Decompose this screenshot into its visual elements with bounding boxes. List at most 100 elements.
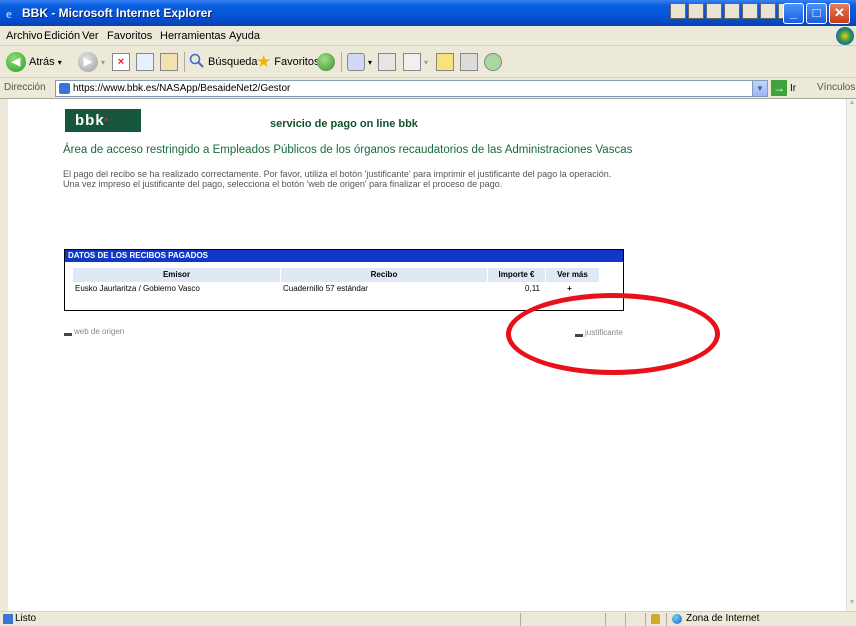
cell-emisor: Eusko Jaurlaritza / Gobierno Vasco xyxy=(75,284,200,293)
bbk-logo: bbk• xyxy=(65,109,141,132)
menu-archivo[interactable]: Archivo xyxy=(6,30,43,42)
column-importe: Importe € xyxy=(488,268,545,282)
go-label: Ir xyxy=(790,82,797,94)
status-divider xyxy=(605,613,606,626)
close-button[interactable]: ✕ xyxy=(829,3,850,24)
stop-button[interactable]: × xyxy=(112,52,130,72)
back-label: Atrás xyxy=(29,56,55,68)
app-icon[interactable] xyxy=(706,3,722,19)
table-row: Eusko Jaurlaritza / Gobierno Vasco Cuade… xyxy=(73,282,615,296)
favorites-label: Favoritos xyxy=(274,56,320,68)
status-text: Listo xyxy=(15,613,37,624)
app-icon[interactable] xyxy=(670,3,686,19)
payment-message: El pago del recibo se ha realizado corre… xyxy=(63,169,612,189)
go-arrow-icon: → xyxy=(771,80,787,96)
maximize-button[interactable]: □ xyxy=(806,3,827,24)
status-divider xyxy=(666,613,667,626)
lock-icon xyxy=(651,614,660,624)
chevron-down-icon: ▾ xyxy=(424,57,429,67)
stop-icon: × xyxy=(112,53,130,71)
paid-receipts-panel: DATOS DE LOS RECIBOS PAGADOS Emisor Reci… xyxy=(64,249,624,311)
app-icon[interactable] xyxy=(688,3,704,19)
discuss-button[interactable] xyxy=(436,52,454,72)
logo-dot: • xyxy=(104,115,110,126)
address-input[interactable]: https://www.bbk.es/NASApp/BesaideNet2/Ge… xyxy=(55,80,768,97)
favorites-button[interactable]: ★ Favoritos xyxy=(256,52,320,72)
page-icon xyxy=(59,83,70,94)
chevron-down-icon: ▾ xyxy=(57,57,62,67)
scroll-down-icon[interactable]: ▼ xyxy=(847,599,856,611)
status-divider xyxy=(625,613,626,626)
link-marker xyxy=(64,333,72,336)
column-recibo: Recibo xyxy=(281,268,487,282)
back-arrow-icon: ◀ xyxy=(6,52,26,72)
logo-text: bbk xyxy=(75,112,105,129)
messenger-button[interactable] xyxy=(484,52,502,72)
highlight-ellipse-annotation xyxy=(506,293,720,375)
toolbar-separator xyxy=(341,52,342,72)
address-url[interactable]: https://www.bbk.es/NASApp/BesaideNet2/Ge… xyxy=(73,83,290,94)
column-ver-mas: Ver más xyxy=(546,268,599,282)
forward-button[interactable]: ▶ ▾ xyxy=(78,52,105,72)
print-button[interactable] xyxy=(378,52,396,72)
app-icon[interactable] xyxy=(742,3,758,19)
mail-icon xyxy=(347,53,365,71)
star-icon: ★ xyxy=(256,52,272,71)
service-title: servicio de pago on line bbk xyxy=(270,118,418,130)
status-divider xyxy=(645,613,646,626)
page-status-icon xyxy=(3,614,13,624)
research-button[interactable] xyxy=(460,52,478,72)
window-title: BBK - Microsoft Internet Explorer xyxy=(22,6,213,20)
research-icon xyxy=(460,53,478,71)
windows-logo-icon xyxy=(836,27,854,45)
edit-icon xyxy=(403,53,421,71)
vertical-scrollbar[interactable]: ▲ ▼ xyxy=(846,99,856,611)
folder-icon xyxy=(436,53,454,71)
refresh-button[interactable] xyxy=(136,52,154,72)
ie-icon: e xyxy=(5,6,19,21)
table-header: Emisor Recibo Importe € Ver más xyxy=(73,268,615,282)
menu-bar: Archivo Edición Ver Favoritos Herramient… xyxy=(0,26,856,46)
app-icon[interactable] xyxy=(760,3,776,19)
title-bar: e BBK - Microsoft Internet Explorer _ □ … xyxy=(0,0,856,26)
home-icon xyxy=(160,53,178,71)
print-icon xyxy=(378,53,396,71)
forward-arrow-icon: ▶ xyxy=(78,52,98,72)
history-button[interactable] xyxy=(317,52,335,72)
quick-launch-icons xyxy=(670,3,794,19)
menu-edicion[interactable]: Edición xyxy=(44,30,80,42)
web-de-origen-label: web de origen xyxy=(74,327,125,336)
column-emisor: Emisor xyxy=(73,268,280,282)
minimize-button[interactable]: _ xyxy=(783,3,804,24)
security-zone: Zona de Internet xyxy=(686,613,760,624)
status-bar: Listo Zona de Internet xyxy=(0,611,856,626)
web-de-origen-button[interactable]: web de origen xyxy=(64,327,124,336)
search-icon xyxy=(189,53,205,72)
menu-herramientas[interactable]: Herramientas xyxy=(160,30,226,42)
scroll-up-icon[interactable]: ▲ xyxy=(847,99,856,111)
address-label: Dirección xyxy=(4,82,46,93)
chevron-down-icon: ▾ xyxy=(368,57,373,67)
menu-ver[interactable]: Ver xyxy=(82,30,99,42)
restricted-notice: Área de acceso restringido a Empleados P… xyxy=(63,144,633,156)
links-toolbar[interactable]: Vínculos xyxy=(817,82,855,93)
home-button[interactable] xyxy=(160,52,178,72)
address-dropdown-icon[interactable]: ▼ xyxy=(752,81,767,96)
globe-icon xyxy=(672,614,682,624)
standard-toolbar: ◀ Atrás ▾ ▶ ▾ × Búsqueda ★ Favoritos ▾ ▾ xyxy=(0,46,856,78)
cell-recibo: Cuadernillo 57 estándar xyxy=(283,284,368,293)
mail-button[interactable]: ▾ xyxy=(347,52,372,72)
history-icon xyxy=(317,53,335,71)
search-label: Búsqueda xyxy=(208,56,258,68)
go-button[interactable]: → Ir xyxy=(771,80,796,96)
search-button[interactable]: Búsqueda xyxy=(189,52,258,72)
back-button[interactable]: ◀ Atrás ▾ xyxy=(6,52,62,72)
menu-ayuda[interactable]: Ayuda xyxy=(229,30,260,42)
edit-button[interactable]: ▾ xyxy=(403,52,428,72)
chevron-down-icon: ▾ xyxy=(101,57,106,67)
panel-title: DATOS DE LOS RECIBOS PAGADOS xyxy=(65,250,623,262)
menu-favoritos[interactable]: Favoritos xyxy=(107,30,152,42)
messenger-icon xyxy=(484,53,502,71)
page-viewport: bbk• servicio de pago on line bbk Área d… xyxy=(8,99,846,611)
app-icon[interactable] xyxy=(724,3,740,19)
